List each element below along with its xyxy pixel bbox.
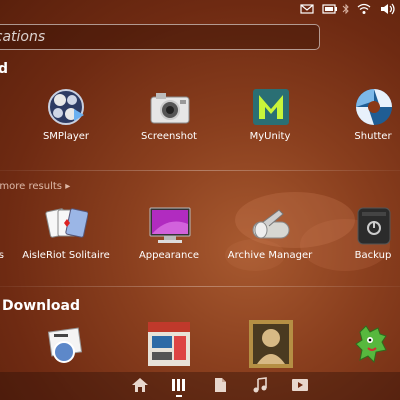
unity-dash: { "search": { "placeholder": "Search App… xyxy=(0,0,400,400)
magazine-app-icon[interactable] xyxy=(146,320,192,368)
app-label-appearance[interactable]: Appearance xyxy=(114,250,224,261)
backup-icon[interactable] xyxy=(352,204,396,248)
appearance-icon[interactable] xyxy=(148,204,192,248)
applications-lens-icon[interactable] xyxy=(170,377,188,397)
home-icon[interactable] xyxy=(131,377,149,393)
app-label-screenshot[interactable]: Screenshot xyxy=(114,131,224,142)
aisleriot-solitaire-icon[interactable] xyxy=(44,204,88,248)
divider xyxy=(0,286,400,287)
app-label-smplayer[interactable]: SMPlayer xyxy=(11,131,121,142)
myunity-icon[interactable] xyxy=(249,85,293,129)
section-title-installed[interactable]: Installed xyxy=(0,61,8,77)
battery-icon[interactable] xyxy=(322,3,338,15)
search-box[interactable] xyxy=(0,24,320,50)
dragon-app-icon[interactable] xyxy=(352,322,392,366)
shutter-icon[interactable] xyxy=(352,85,396,129)
mail-icon[interactable] xyxy=(300,3,314,15)
top-panel xyxy=(0,0,400,18)
lens-bar xyxy=(0,372,400,400)
divider xyxy=(0,170,400,171)
volume-icon[interactable] xyxy=(380,3,396,15)
smplayer-icon[interactable] xyxy=(44,85,88,129)
app-label-shutter[interactable]: Shutter xyxy=(318,131,400,142)
video-lens-icon[interactable] xyxy=(291,377,309,393)
app-label-aisleriot[interactable]: AisleRiot Solitaire xyxy=(11,250,121,261)
search-input[interactable] xyxy=(0,25,319,49)
files-lens-icon[interactable] xyxy=(211,377,229,393)
bluetooth-icon[interactable] xyxy=(342,3,350,15)
archive-manager-icon[interactable] xyxy=(249,204,293,248)
music-lens-icon[interactable] xyxy=(251,377,269,393)
app-label-myunity[interactable]: MyUnity xyxy=(215,131,325,142)
news-app-icon[interactable] xyxy=(44,324,88,368)
wifi-icon[interactable] xyxy=(357,3,371,15)
app-label-partial[interactable]: s xyxy=(0,250,4,261)
portrait-app-icon[interactable] xyxy=(249,320,293,368)
more-results-link[interactable]: See 83 more results ▸ xyxy=(0,181,70,192)
section-title-download[interactable]: Apps Available for Download xyxy=(0,298,80,314)
app-label-backup[interactable]: Backup xyxy=(318,250,400,261)
app-label-archive-manager[interactable]: Archive Manager xyxy=(215,250,325,261)
arrow-right-icon: ▸ xyxy=(65,181,71,192)
screenshot-icon[interactable] xyxy=(148,85,192,129)
